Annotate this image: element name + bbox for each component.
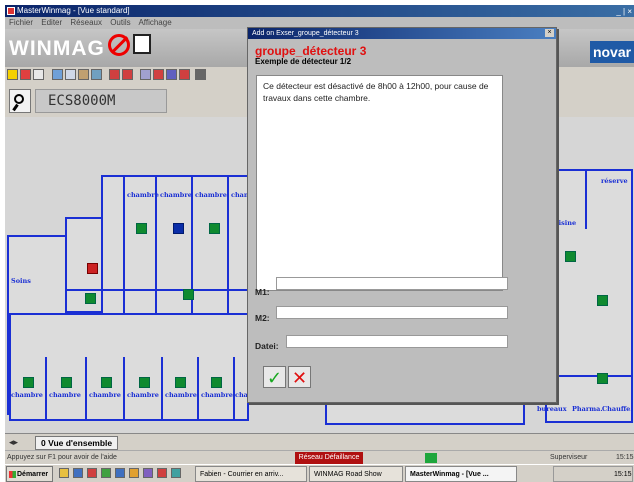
m1-field[interactable] [276, 277, 508, 290]
room-chambre: chambre [89, 391, 121, 399]
ok-button[interactable]: ✓ [263, 366, 286, 388]
detector[interactable] [565, 251, 576, 262]
cancel-icon[interactable] [153, 69, 164, 80]
window-title: MasterWinmag - [Vue standard] [17, 6, 130, 15]
room-chambre: chambre [201, 391, 233, 399]
detector[interactable] [209, 223, 220, 234]
detector[interactable] [101, 377, 112, 388]
task-outlook[interactable]: Fabien - Courrier en arriv... [195, 466, 307, 482]
quicklaunch-icon[interactable] [171, 468, 181, 478]
window-titlebar[interactable]: MasterWinmag - [Vue standard] _ | × [5, 5, 634, 17]
close-icon[interactable] [179, 69, 190, 80]
quicklaunch-icon[interactable] [129, 468, 139, 478]
status-time: 15:15 [616, 454, 634, 461]
dialog-heading: groupe_détecteur 3 [255, 44, 367, 58]
network-failure-badge: Réseau Défaillance [295, 452, 363, 464]
status-led-icon [425, 453, 437, 463]
dialog-subtitle: Exemple de détecteur 1/2 [255, 57, 352, 66]
detector[interactable] [183, 289, 194, 300]
room-chambre: chambre [160, 191, 192, 199]
start-button[interactable]: Démarrer [6, 466, 53, 482]
quicklaunch-icon[interactable] [143, 468, 153, 478]
tool-icon[interactable] [140, 69, 151, 80]
room-chambre: chambre [165, 391, 197, 399]
gear-icon[interactable] [195, 69, 206, 80]
menu-affichage[interactable]: Affichage [138, 18, 171, 27]
detector[interactable] [175, 377, 186, 388]
status-hint: Appuyez sur F1 pour avoir de l'aide [7, 454, 117, 461]
tab-vue-ensemble[interactable]: 0 Vue d'ensemble [35, 436, 119, 450]
detector[interactable] [136, 223, 147, 234]
system-tray: 15:15 [553, 466, 633, 482]
m2-field[interactable] [276, 306, 508, 319]
location-label: ECS8000M [35, 89, 167, 113]
room-chambre: chambre [11, 391, 43, 399]
window-icon[interactable] [52, 69, 63, 80]
quicklaunch-icon[interactable] [73, 468, 83, 478]
menu-reseaux[interactable]: Réseaux [70, 18, 102, 27]
app-icon [7, 7, 15, 15]
cancel-button[interactable]: ✕ [288, 366, 311, 388]
detector-note-textarea[interactable]: Ce détecteur est désactivé de 8h00 à 12h… [256, 75, 503, 291]
detector[interactable] [23, 377, 34, 388]
room-pharma: Pharma. [572, 405, 603, 413]
tab-scroll-arrows[interactable]: ◂▸ [9, 437, 18, 448]
user-face-icon[interactable] [133, 34, 151, 54]
view-icon[interactable] [91, 69, 102, 80]
detector[interactable] [211, 377, 222, 388]
detector[interactable] [85, 293, 96, 304]
room-chambre: chambre [127, 191, 159, 199]
status-bar: Appuyez sur F1 pour avoir de l'aide Rése… [5, 450, 634, 464]
detector[interactable] [597, 295, 608, 306]
status-user: Superviseur [550, 454, 588, 461]
windows-taskbar: Démarrer Fabien - Courrier en arriv... W… [5, 464, 634, 482]
detector[interactable] [61, 377, 72, 388]
room-chambre: chambre [195, 191, 227, 199]
dialog-close-button[interactable]: × [545, 29, 554, 37]
dialog-titlebar[interactable]: Add on Exser_groupe_détecteur 3 × [248, 28, 556, 39]
menu-outils[interactable]: Outils [110, 18, 130, 27]
menu-fichier[interactable]: Fichier [9, 18, 33, 27]
cross-icon[interactable] [122, 69, 133, 80]
tray-clock: 15:15 [614, 471, 632, 478]
zoom-icon[interactable] [166, 69, 177, 80]
edit-icon[interactable] [78, 69, 89, 80]
winmag-logo: WINMAG [9, 37, 105, 60]
quicklaunch-icon[interactable] [157, 468, 167, 478]
task-roadshow[interactable]: WINMAG Road Show [309, 466, 403, 482]
zoom-out-button[interactable] [9, 89, 31, 113]
room-reserve: réserve [601, 177, 628, 185]
room-chambre: chambre [49, 391, 81, 399]
date-label: Datei: [255, 341, 279, 351]
page-icon[interactable] [65, 69, 76, 80]
menu-editer[interactable]: Editer [41, 18, 62, 27]
quicklaunch-icon[interactable] [87, 468, 97, 478]
right-wing [545, 169, 633, 423]
view-tab-bar: ◂▸ 0 Vue d'ensemble [5, 433, 634, 450]
m1-label: M1: [255, 287, 270, 297]
date-field[interactable] [286, 335, 508, 348]
detector-alarm[interactable] [87, 263, 98, 274]
quicklaunch-icon[interactable] [59, 468, 69, 478]
novar-logo: novar [590, 41, 634, 63]
detector-selected[interactable] [173, 223, 184, 234]
print-icon[interactable] [33, 69, 44, 80]
folder-icon[interactable] [7, 69, 18, 80]
delete-icon[interactable] [109, 69, 120, 80]
detector[interactable] [597, 373, 608, 384]
m2-label: M2: [255, 313, 270, 323]
room-soins: Soins [11, 277, 31, 285]
task-masterwinmag[interactable]: MasterWinmag - [Vue ... [405, 466, 517, 482]
room-chambre: chambre [127, 391, 159, 399]
stop-icon[interactable] [20, 69, 31, 80]
quicklaunch-icon[interactable] [101, 468, 111, 478]
winmag-app: MasterWinmag - [Vue standard] _ | × Fich… [5, 5, 634, 482]
mute-alarm-icon[interactable] [108, 34, 130, 56]
quicklaunch-icon[interactable] [115, 468, 125, 478]
detector-info-dialog[interactable]: Add on Exser_groupe_détecteur 3 × groupe… [247, 27, 557, 403]
room-bureaux: bureaux [537, 405, 567, 413]
dialog-window-title: Add on Exser_groupe_détecteur 3 [252, 30, 359, 37]
room-chauffe: Chauffe. [602, 405, 633, 413]
detector[interactable] [139, 377, 150, 388]
